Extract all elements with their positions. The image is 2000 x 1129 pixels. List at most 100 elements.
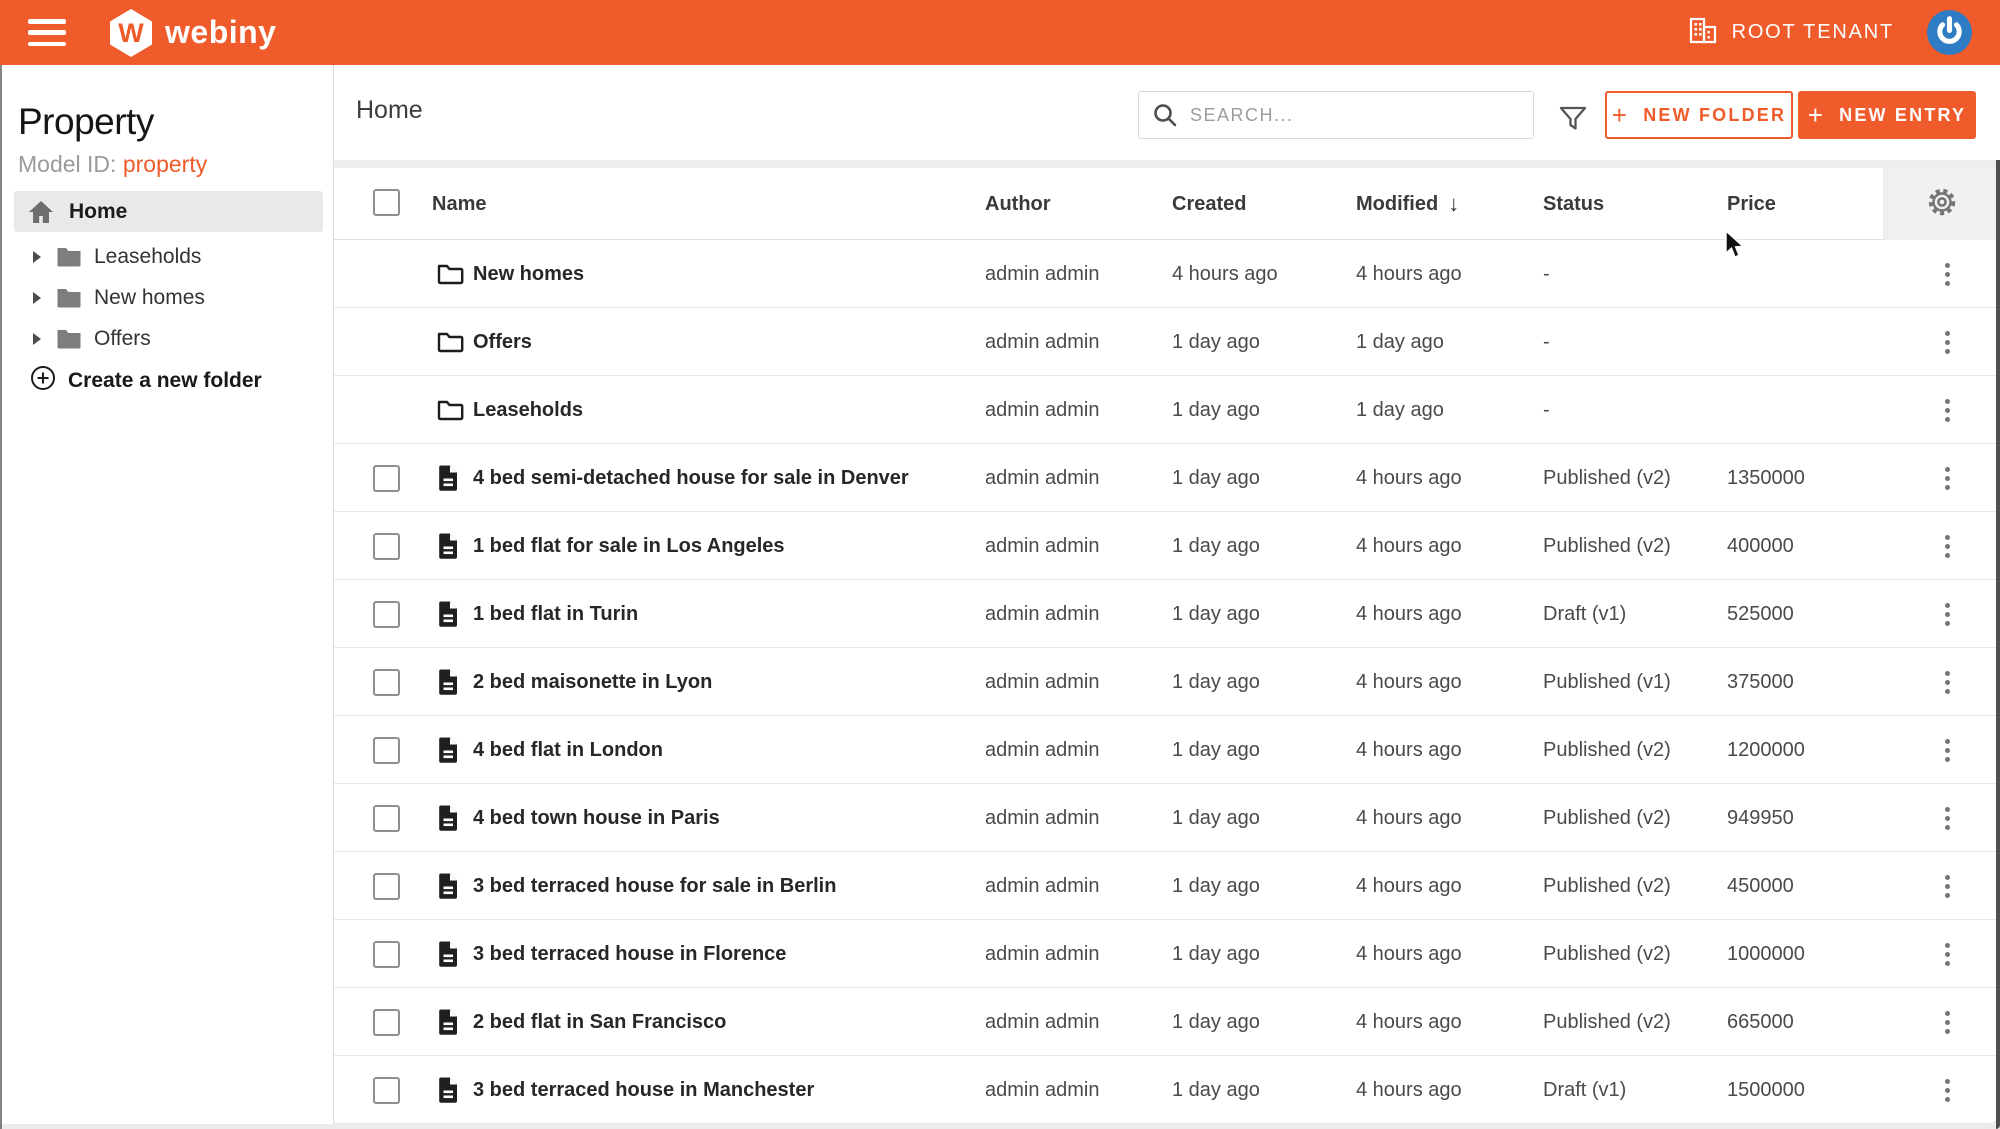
row-checkbox[interactable]: [373, 804, 400, 832]
column-header-name[interactable]: Name: [432, 168, 486, 240]
row-author: admin admin: [985, 670, 1100, 693]
row-checkbox[interactable]: [373, 464, 400, 492]
folder-icon: [437, 308, 464, 376]
file-icon: [437, 852, 460, 920]
sidebar-folder-offers[interactable]: Offers: [0, 318, 333, 359]
user-avatar[interactable]: [1927, 10, 1972, 55]
row-name[interactable]: 1 bed flat for sale in Los Angeles: [473, 512, 785, 580]
row-menu-button[interactable]: [1935, 512, 1959, 580]
row-name[interactable]: 2 bed flat in San Francisco: [473, 988, 726, 1056]
entry-row[interactable]: 4 bed semi-detached house for sale in De…: [334, 444, 2000, 512]
caret-right-icon[interactable]: [33, 332, 41, 345]
caret-right-icon[interactable]: [33, 291, 41, 304]
row-menu-button[interactable]: [1935, 852, 1959, 920]
folder-icon: [437, 240, 464, 308]
row-menu-button[interactable]: [1935, 988, 1959, 1056]
row-author: admin admin: [985, 738, 1100, 761]
row-created: 1 day ago: [1172, 602, 1260, 625]
row-modified: 4 hours ago: [1356, 806, 1462, 829]
column-header-author[interactable]: Author: [985, 168, 1051, 240]
sidebar-folder-new-homes[interactable]: New homes: [0, 277, 333, 318]
row-status: Published (v2): [1543, 942, 1671, 965]
row-menu-button[interactable]: [1935, 580, 1959, 648]
row-name[interactable]: Offers: [473, 308, 532, 376]
create-folder-button[interactable]: Create a new folder: [30, 365, 262, 396]
select-all-checkbox[interactable]: [373, 188, 400, 216]
entry-row[interactable]: 2 bed flat in San Francisco admin admin …: [334, 988, 2000, 1056]
row-checkbox[interactable]: [373, 668, 400, 696]
search-input[interactable]: [1190, 92, 1533, 138]
row-price: 1500000: [1727, 1078, 1805, 1101]
row-name[interactable]: 4 bed town house in Paris: [473, 784, 720, 852]
model-id-value[interactable]: property: [123, 151, 207, 177]
column-header-modified[interactable]: Modified ↓: [1356, 168, 1459, 240]
row-modified: 4 hours ago: [1356, 466, 1462, 489]
file-icon: [437, 784, 460, 852]
sidebar-folder-leaseholds[interactable]: Leaseholds: [0, 236, 333, 277]
folder-row[interactable]: New homes admin admin 4 hours ago 4 hour…: [334, 240, 2000, 308]
row-created: 1 day ago: [1172, 330, 1260, 353]
row-menu-button[interactable]: [1935, 920, 1959, 988]
filter-icon[interactable]: [1558, 105, 1588, 138]
row-name[interactable]: 3 bed terraced house for sale in Berlin: [473, 852, 836, 920]
row-checkbox[interactable]: [373, 600, 400, 628]
webiny-logo-icon[interactable]: W: [106, 8, 156, 63]
new-entry-button[interactable]: + NEW ENTRY: [1798, 91, 1976, 139]
row-menu-button[interactable]: [1935, 240, 1959, 308]
folder-icon: [56, 328, 82, 349]
entry-row[interactable]: 1 bed flat for sale in Los Angeles admin…: [334, 512, 2000, 580]
new-folder-button[interactable]: + NEW FOLDER: [1605, 91, 1793, 139]
row-menu-button[interactable]: [1935, 648, 1959, 716]
row-name[interactable]: Leaseholds: [473, 376, 583, 444]
sidebar-item-home[interactable]: Home: [14, 191, 323, 232]
row-menu-button[interactable]: [1935, 784, 1959, 852]
column-header-price[interactable]: Price: [1727, 168, 1776, 240]
entry-row[interactable]: 1 bed flat in Turin admin admin 1 day ag…: [334, 580, 2000, 648]
entry-row[interactable]: 3 bed terraced house in Manchester admin…: [334, 1056, 2000, 1124]
row-checkbox[interactable]: [373, 532, 400, 560]
table-body: New homes admin admin 4 hours ago 4 hour…: [334, 240, 2000, 1124]
row-author: admin admin: [985, 466, 1100, 489]
row-created: 1 day ago: [1172, 806, 1260, 829]
row-name[interactable]: 4 bed semi-detached house for sale in De…: [473, 444, 909, 512]
row-menu-button[interactable]: [1935, 376, 1959, 444]
row-name[interactable]: 1 bed flat in Turin: [473, 580, 638, 648]
gear-icon[interactable]: [1925, 185, 1959, 224]
window-left-edge: [0, 65, 2, 1129]
row-checkbox[interactable]: [373, 1008, 400, 1036]
row-menu-button[interactable]: [1935, 1056, 1959, 1124]
hamburger-menu-icon[interactable]: [28, 19, 66, 46]
row-price: 375000: [1727, 670, 1794, 693]
row-author: admin admin: [985, 330, 1100, 353]
folder-row[interactable]: Leaseholds admin admin 1 day ago 1 day a…: [334, 376, 2000, 444]
svg-text:W: W: [118, 18, 144, 48]
row-menu-button[interactable]: [1935, 716, 1959, 784]
row-name[interactable]: 2 bed maisonette in Lyon: [473, 648, 712, 716]
entry-row[interactable]: 4 bed flat in London admin admin 1 day a…: [334, 716, 2000, 784]
entry-row[interactable]: 3 bed terraced house in Florence admin a…: [334, 920, 2000, 988]
folder-row[interactable]: Offers admin admin 1 day ago 1 day ago -: [334, 308, 2000, 376]
row-checkbox[interactable]: [373, 736, 400, 764]
row-name[interactable]: New homes: [473, 240, 584, 308]
row-menu-button[interactable]: [1935, 308, 1959, 376]
row-checkbox[interactable]: [373, 940, 400, 968]
row-price: 665000: [1727, 1010, 1794, 1033]
column-header-created[interactable]: Created: [1172, 168, 1246, 240]
webiny-cms-window: W webiny ROOT TENANT Property Model ID: …: [0, 0, 2000, 1129]
entry-row[interactable]: 4 bed town house in Paris admin admin 1 …: [334, 784, 2000, 852]
tenant-switcher[interactable]: ROOT TENANT: [1688, 0, 1894, 65]
entry-row[interactable]: 2 bed maisonette in Lyon admin admin 1 d…: [334, 648, 2000, 716]
row-menu-button[interactable]: [1935, 444, 1959, 512]
row-name[interactable]: 4 bed flat in London: [473, 716, 663, 784]
entry-row[interactable]: 3 bed terraced house for sale in Berlin …: [334, 852, 2000, 920]
scrollbar[interactable]: [1996, 160, 2000, 1129]
row-checkbox[interactable]: [373, 872, 400, 900]
row-name[interactable]: 3 bed terraced house in Manchester: [473, 1056, 814, 1124]
row-name[interactable]: 3 bed terraced house in Florence: [473, 920, 786, 988]
plus-icon: +: [1611, 100, 1630, 130]
row-checkbox[interactable]: [373, 1076, 400, 1104]
row-created: 1 day ago: [1172, 398, 1260, 421]
column-header-status[interactable]: Status: [1543, 168, 1604, 240]
row-status: Published (v2): [1543, 738, 1671, 761]
caret-right-icon[interactable]: [33, 250, 41, 263]
